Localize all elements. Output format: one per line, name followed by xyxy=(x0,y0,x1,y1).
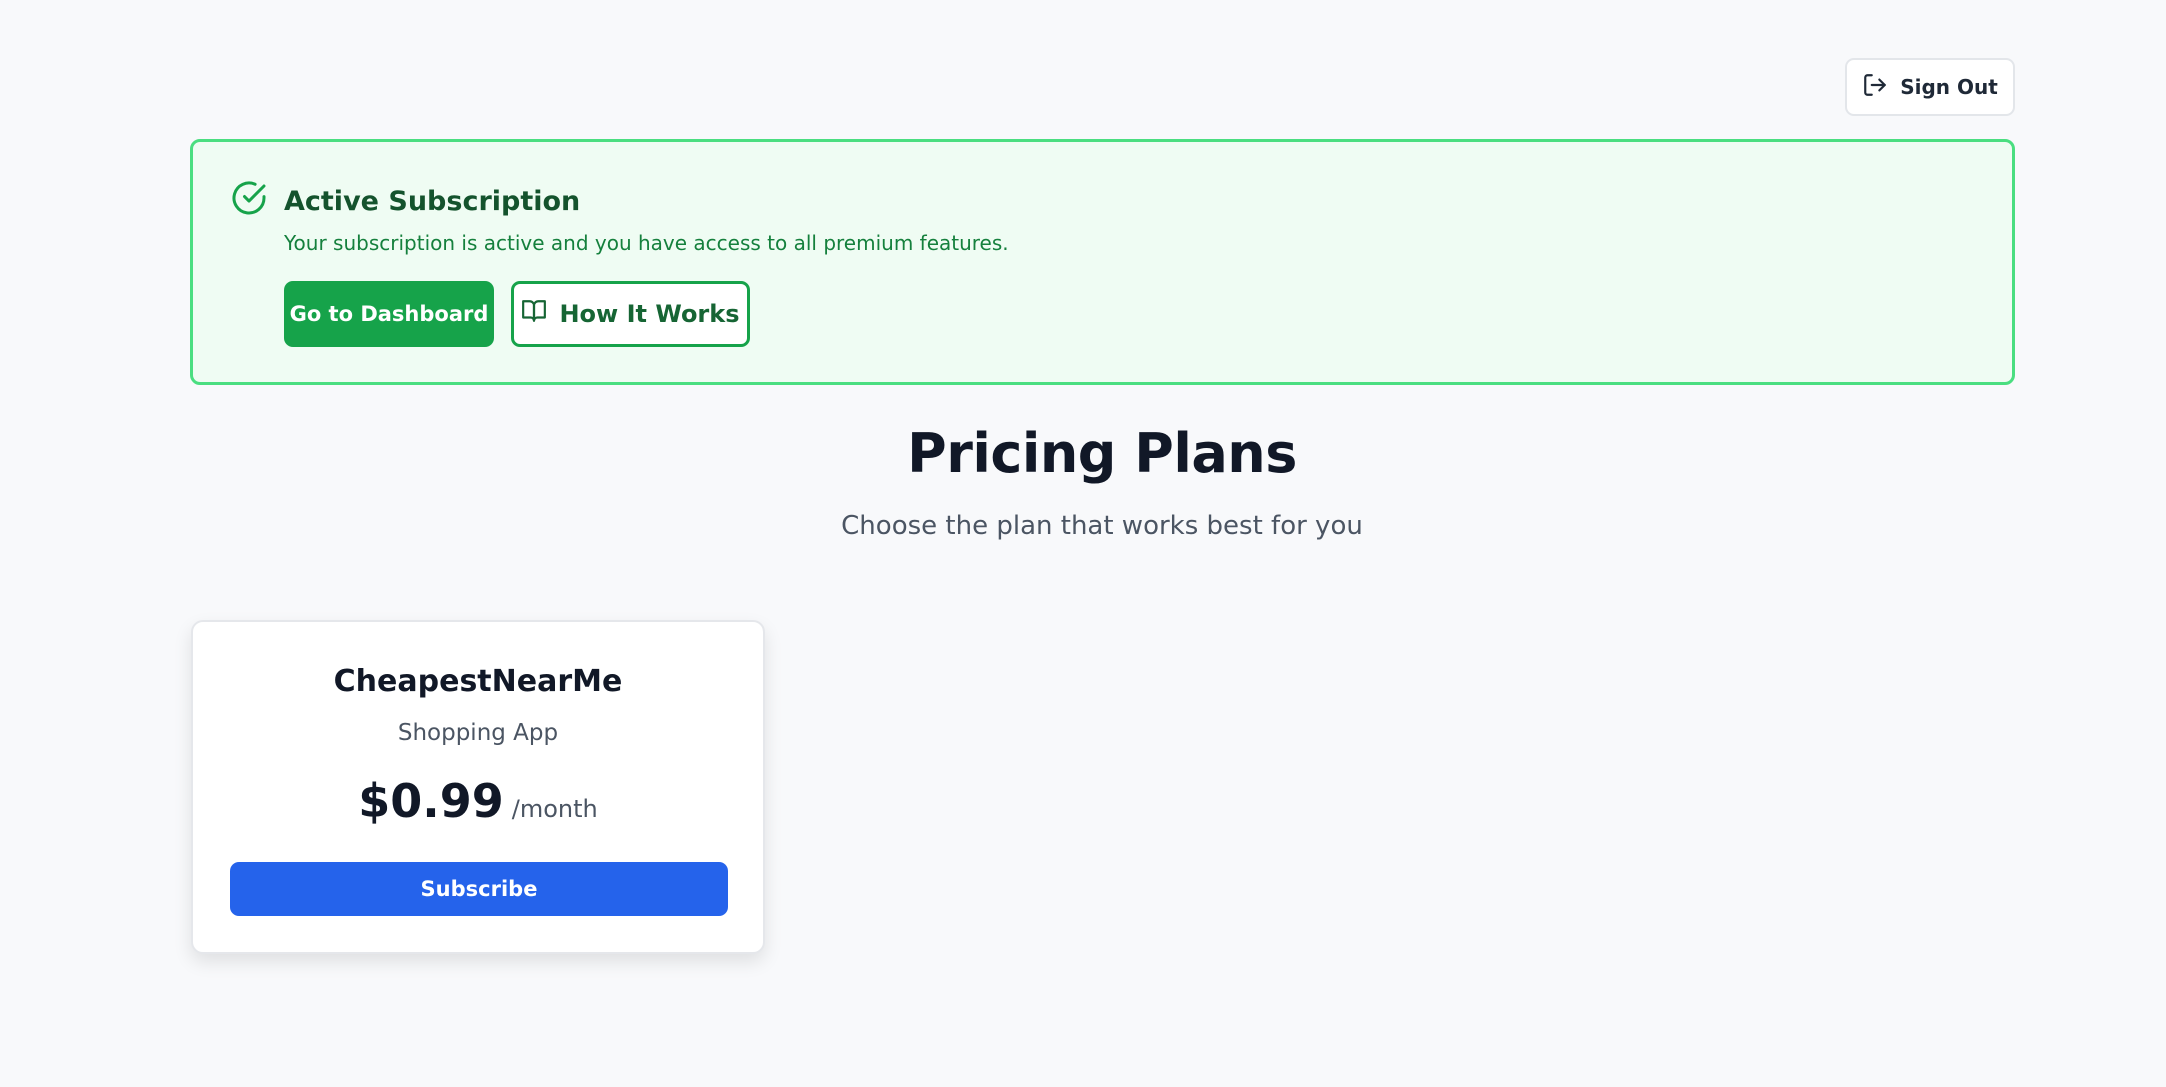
subscribe-button[interactable]: Subscribe xyxy=(230,862,728,916)
plan-card: CheapestNearMe Shopping App $0.99 /month… xyxy=(191,620,765,954)
check-circle-icon xyxy=(231,180,267,216)
go-to-dashboard-button[interactable]: Go to Dashboard xyxy=(284,281,494,347)
plan-price-row: $0.99 /month xyxy=(193,774,763,828)
how-it-works-label: How It Works xyxy=(559,300,740,328)
banner-message: Your subscription is active and you have… xyxy=(284,231,1009,255)
pricing-page: Sign Out Active Subscription Your subscr… xyxy=(0,0,2166,1087)
page-title: Pricing Plans xyxy=(907,422,1297,485)
plan-period: /month xyxy=(511,795,598,823)
how-it-works-button[interactable]: How It Works xyxy=(511,281,750,347)
sign-out-label: Sign Out xyxy=(1900,75,1998,99)
page-subtitle: Choose the plan that works best for you xyxy=(841,511,1363,541)
active-subscription-banner: Active Subscription Your subscription is… xyxy=(190,139,2015,385)
banner-title: Active Subscription xyxy=(284,186,581,217)
plan-price: $0.99 xyxy=(358,774,504,828)
plan-description: Shopping App xyxy=(397,720,559,746)
sign-out-button[interactable]: Sign Out xyxy=(1845,58,2015,116)
book-open-icon xyxy=(521,298,547,330)
log-out-icon xyxy=(1862,72,1888,103)
plan-name: CheapestNearMe xyxy=(333,664,623,699)
